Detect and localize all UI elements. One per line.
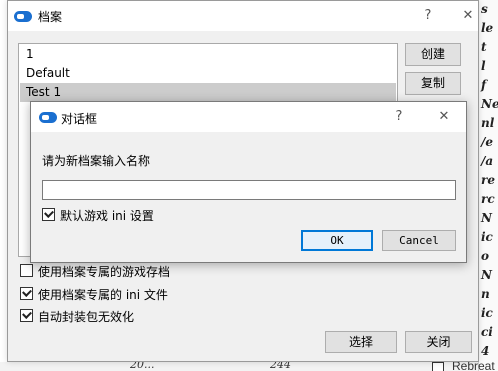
background-app-strip: s le t l f Ne nl/e/a re rc Nic o Nn ic ci 4 <box>478 0 498 371</box>
app-logo-icon <box>14 11 32 22</box>
background-glyph: s <box>481 2 488 16</box>
create-button[interactable]: 创建 <box>405 43 461 66</box>
checkmark-icon <box>22 309 32 319</box>
checkbox[interactable] <box>20 309 33 322</box>
cancel-button[interactable]: Cancel <box>382 230 456 251</box>
checkmark-icon <box>44 208 54 218</box>
list-item[interactable]: Default <box>20 64 396 83</box>
ok-button[interactable]: OK <box>301 230 373 251</box>
name-prompt: 请为新档案输入名称 <box>42 154 151 168</box>
background-glyph: ic <box>481 306 493 320</box>
checkbox[interactable] <box>20 287 33 300</box>
option-label: 自动封装包无效化 <box>38 310 135 324</box>
option-label: 默认游戏 ini 设置 <box>60 209 154 223</box>
background-glyph: re <box>481 173 495 187</box>
close-icon[interactable]: ✕ <box>434 108 454 126</box>
background-glyph: /a <box>481 154 494 168</box>
background-glyph: n <box>481 287 490 301</box>
new-profile-dialog: 对话框 ? ✕ 请为新档案输入名称 默认游戏 ini 设置 OK Cancel <box>30 101 467 263</box>
window-titlebar[interactable]: 档案 ? ✕ <box>8 1 478 31</box>
checkmark-icon <box>22 287 32 297</box>
copy-button[interactable]: 复制 <box>405 72 461 95</box>
profile-name-input[interactable] <box>42 180 456 200</box>
background-glyph: l <box>481 59 486 73</box>
background-glyph: ci <box>481 325 493 339</box>
background-text: 244 <box>270 362 291 371</box>
checkbox[interactable] <box>20 264 33 277</box>
close-button[interactable]: 关闭 <box>405 331 472 353</box>
checkbox[interactable] <box>42 208 55 221</box>
background-glyph: 4 <box>481 344 490 358</box>
background-glyph: f <box>481 78 487 92</box>
background-glyph: /e <box>481 135 494 149</box>
background-glyph: N <box>481 268 492 282</box>
option-label: 使用档案专属的游戏存档 <box>38 265 171 279</box>
window-title: 档案 <box>38 10 63 24</box>
background-text: 20... <box>130 362 155 371</box>
background-checkbox <box>432 362 444 371</box>
background-glyph: t <box>481 40 487 54</box>
background-app-bottom: 20... 244 <box>0 362 478 371</box>
app-logo-icon <box>39 112 57 123</box>
background-glyph: nl <box>481 116 495 130</box>
dialog-titlebar[interactable]: 对话框 ? ✕ <box>31 102 466 132</box>
background-glyph: le <box>481 21 494 35</box>
close-icon[interactable]: ✕ <box>458 7 478 25</box>
help-icon[interactable]: ? <box>389 108 409 126</box>
select-button[interactable]: 选择 <box>325 331 397 353</box>
background-glyph: Ne <box>481 97 498 111</box>
help-icon[interactable]: ? <box>418 7 438 25</box>
background-glyph: N <box>481 211 492 225</box>
background-glyph: o <box>481 249 490 263</box>
dialog-title: 对话框 <box>61 112 98 126</box>
background-glyph: rc <box>481 192 495 206</box>
option-label: 使用档案专属的 ini 文件 <box>38 288 168 302</box>
list-item-selected[interactable]: Test 1 <box>20 83 396 102</box>
list-item[interactable]: 1 <box>20 45 396 64</box>
background-glyph: ic <box>481 230 493 244</box>
